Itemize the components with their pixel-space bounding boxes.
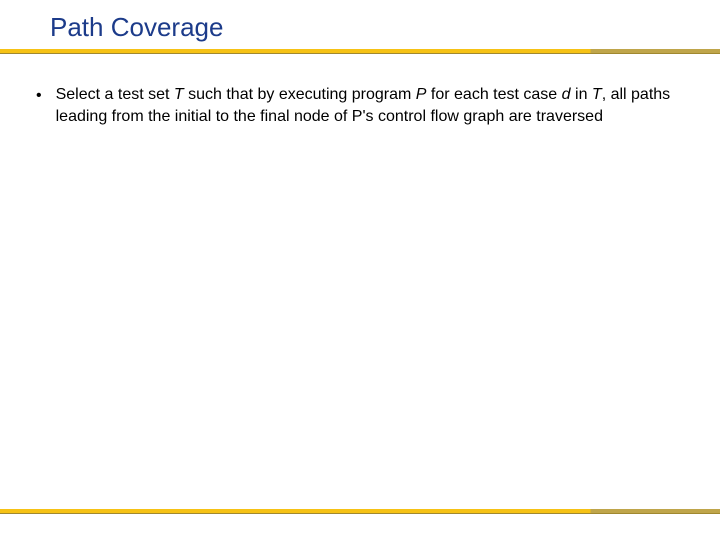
variable-T: T: [174, 86, 184, 103]
text-fragment: in: [571, 86, 592, 103]
slide-title: Path Coverage: [50, 12, 720, 43]
text-fragment: Select a test set: [56, 86, 174, 103]
text-fragment: for each test case: [426, 86, 561, 103]
variable-d: d: [562, 86, 571, 103]
content-area: • Select a test set T such that by execu…: [0, 54, 720, 127]
bullet-marker-icon: •: [36, 85, 42, 107]
variable-P: P: [416, 86, 427, 103]
variable-T-2: T: [592, 86, 602, 103]
title-region: Path Coverage: [0, 0, 720, 47]
bullet-text: Select a test set T such that by executi…: [56, 84, 680, 127]
footer-underline: [0, 509, 720, 514]
text-fragment: such that by executing program: [184, 86, 416, 103]
bullet-item: • Select a test set T such that by execu…: [36, 84, 680, 127]
